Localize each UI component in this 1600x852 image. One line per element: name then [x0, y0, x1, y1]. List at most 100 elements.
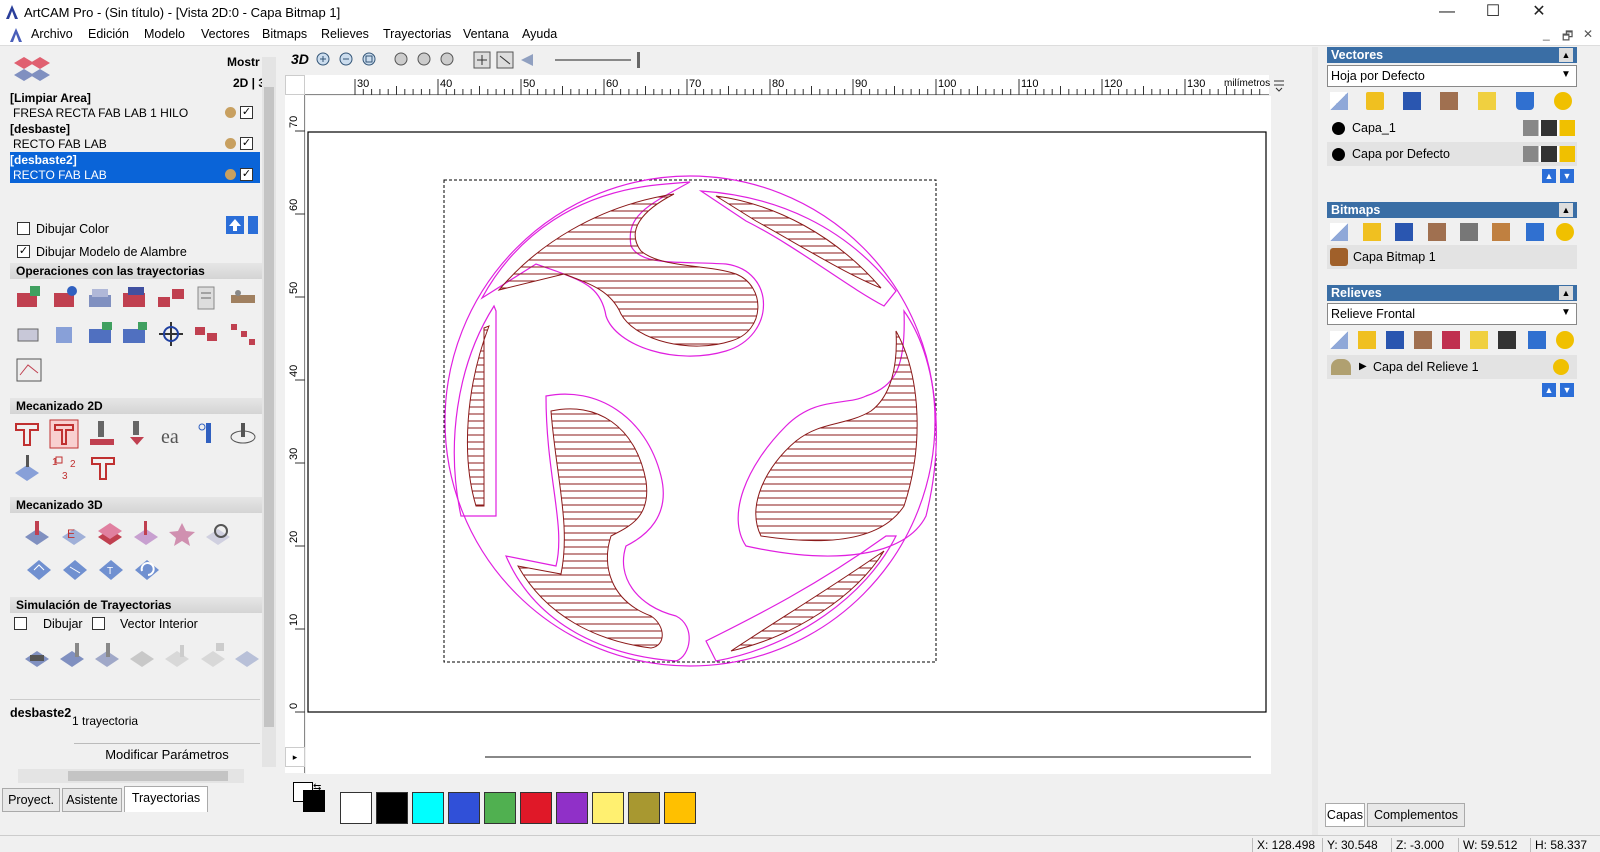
layer-color-icon[interactable] — [1332, 122, 1345, 135]
slider-handle[interactable] — [637, 52, 640, 68]
3d-inspect-icon[interactable] — [203, 519, 233, 549]
toolpath-visible-checkbox[interactable]: ✓ — [240, 106, 253, 119]
menu-archivo[interactable]: Archivo — [31, 27, 73, 41]
paste-layer-icon[interactable] — [1414, 331, 1432, 349]
calculate-toolpaths-icon[interactable] — [14, 283, 44, 313]
relief-stack-icon[interactable] — [1442, 331, 1460, 349]
light-direction-icon[interactable] — [519, 51, 537, 69]
swap-colors-icon[interactable]: ⇆ — [313, 782, 327, 796]
tab-toolpaths[interactable]: Trayectorias — [124, 786, 208, 812]
save-icon[interactable] — [1395, 223, 1413, 241]
layer-name[interactable]: Capa por Defecto — [1352, 142, 1450, 166]
relief-layer-row[interactable]: ▶ Capa del Relieve 1 — [1327, 355, 1577, 379]
palette-color[interactable] — [628, 792, 660, 824]
feature-machining-icon[interactable]: 132 — [50, 453, 80, 483]
z-level-roughing-icon[interactable]: E — [59, 519, 89, 549]
save-group-icon[interactable] — [120, 319, 150, 349]
3d-undo-icon[interactable] — [132, 555, 162, 585]
save-icon[interactable] — [1403, 92, 1421, 110]
layer-lamp-icon[interactable] — [1478, 92, 1496, 110]
menu-trayectorias[interactable]: Trayectorias — [383, 27, 451, 41]
block-setup-icon[interactable] — [14, 319, 44, 349]
mdi-close-button[interactable]: ✕ — [1583, 27, 1593, 41]
layer-down-icon[interactable]: ▼ — [1560, 169, 1574, 183]
new-layer-icon[interactable] — [1330, 92, 1348, 110]
layer-color-icon[interactable] — [1332, 148, 1345, 161]
toolpath-preview-icon[interactable] — [14, 355, 44, 385]
toolpath-stack-icon[interactable] — [10, 53, 54, 87]
rest-machining-icon[interactable] — [95, 519, 125, 549]
chevron-down-icon[interactable]: ▼ — [1561, 69, 1571, 80]
layer-down-icon[interactable]: ▼ — [1560, 383, 1574, 397]
document-icon[interactable] — [8, 27, 24, 43]
zoom-fit-icon[interactable] — [361, 51, 379, 69]
lightbulb-icon[interactable] — [1554, 92, 1572, 110]
tab-assistant[interactable]: Asistente — [62, 788, 122, 812]
sim-draw-checkbox[interactable] — [14, 617, 27, 630]
layer-row-active[interactable]: Capa por Defecto — [1327, 142, 1577, 166]
palette-color[interactable] — [592, 792, 624, 824]
transform-toolpath-icon[interactable] — [156, 319, 186, 349]
new-bitmap-layer-icon[interactable] — [1330, 223, 1348, 241]
paste-layer-icon[interactable] — [1440, 92, 1458, 110]
toolpath-group[interactable]: [desbaste] — [10, 122, 70, 136]
move-down-icon[interactable] — [248, 216, 258, 234]
contrast-slider[interactable] — [555, 59, 631, 61]
draw-color-checkbox[interactable] — [17, 222, 30, 235]
delete-layer-icon[interactable] — [1528, 331, 1546, 349]
section-toolpath-operations[interactable]: Operaciones con las trayectorias — [10, 263, 262, 279]
toolpath-report-icon[interactable] — [192, 283, 222, 313]
vertical-scrollbar[interactable] — [262, 57, 276, 767]
toolpath-visible-checkbox[interactable]: ✓ — [240, 137, 253, 150]
menu-vectores[interactable]: Vectores — [201, 27, 250, 41]
menu-ayuda[interactable]: Ayuda — [522, 27, 557, 41]
engraving-icon[interactable]: ea — [158, 419, 188, 449]
maximize-button[interactable]: ☐ — [1470, 0, 1516, 24]
delete-layer-icon[interactable] — [1516, 92, 1534, 110]
layer-controls-icon[interactable] — [1523, 146, 1575, 162]
layer-up-icon[interactable]: ▲ — [1542, 169, 1556, 183]
chevron-down-icon[interactable]: ▼ — [1561, 307, 1571, 318]
lightbulb-icon[interactable] — [1556, 331, 1574, 349]
palette-color[interactable] — [340, 792, 372, 824]
palette-color[interactable] — [556, 792, 588, 824]
simulate-all-icon[interactable] — [92, 641, 122, 671]
draw-wireframe-checkbox[interactable]: ✓ — [17, 245, 30, 258]
menu-bitmaps[interactable]: Bitmaps — [262, 27, 307, 41]
mdi-restore-button[interactable]: 🗗 — [1562, 27, 1573, 48]
bitmap-portrait-icon[interactable] — [1492, 223, 1510, 241]
ruler-options-icon[interactable] — [1271, 77, 1287, 93]
palette-color[interactable] — [664, 792, 696, 824]
simulate-block-icon[interactable] — [57, 641, 87, 671]
tool-database-icon[interactable] — [228, 283, 258, 313]
save-icon[interactable] — [1386, 331, 1404, 349]
section-2d-machining[interactable]: Mecanizado 2D — [10, 398, 262, 414]
zoom-box-icon[interactable] — [416, 51, 434, 69]
palette-color[interactable] — [412, 792, 444, 824]
layer-up-icon[interactable]: ▲ — [1542, 383, 1556, 397]
feature-3d-icon[interactable] — [131, 519, 161, 549]
expand-arrow-icon[interactable]: ▶ — [1359, 355, 1367, 379]
toolpath-item-selected[interactable]: RECTO FAB LAB — [13, 168, 107, 182]
paste-layer-icon[interactable] — [1428, 223, 1446, 241]
mode-label[interactable]: 2D | 3 — [233, 76, 265, 90]
inlay-icon[interactable] — [194, 419, 224, 449]
menu-edicion[interactable]: Edición — [88, 27, 129, 41]
layer-row[interactable]: Capa_1 — [1327, 116, 1577, 140]
bitmap-mono-icon[interactable] — [1460, 223, 1478, 241]
toolpath-item[interactable]: FRESA RECTA FAB LAB 1 HILO — [13, 106, 188, 120]
bitmap-layer-row[interactable]: Capa Bitmap 1 — [1327, 245, 1577, 269]
3d-finish-icon[interactable]: T — [96, 555, 126, 585]
zoom-selected-icon[interactable] — [439, 51, 457, 69]
palette-color[interactable] — [448, 792, 480, 824]
new-relief-layer-icon[interactable] — [1330, 331, 1348, 349]
scrollbar-thumb[interactable] — [264, 87, 274, 727]
toolpath-item[interactable]: RECTO FAB LAB — [13, 137, 107, 151]
3d-rough-icon[interactable] — [60, 555, 90, 585]
material-icon[interactable] — [50, 319, 80, 349]
drilling-icon[interactable] — [87, 419, 117, 449]
move-up-icon[interactable] — [226, 216, 244, 234]
save-toolpaths-icon[interactable] — [86, 319, 116, 349]
v-bit-carving-icon[interactable] — [122, 419, 152, 449]
bevel-carving-icon[interactable] — [228, 419, 258, 449]
